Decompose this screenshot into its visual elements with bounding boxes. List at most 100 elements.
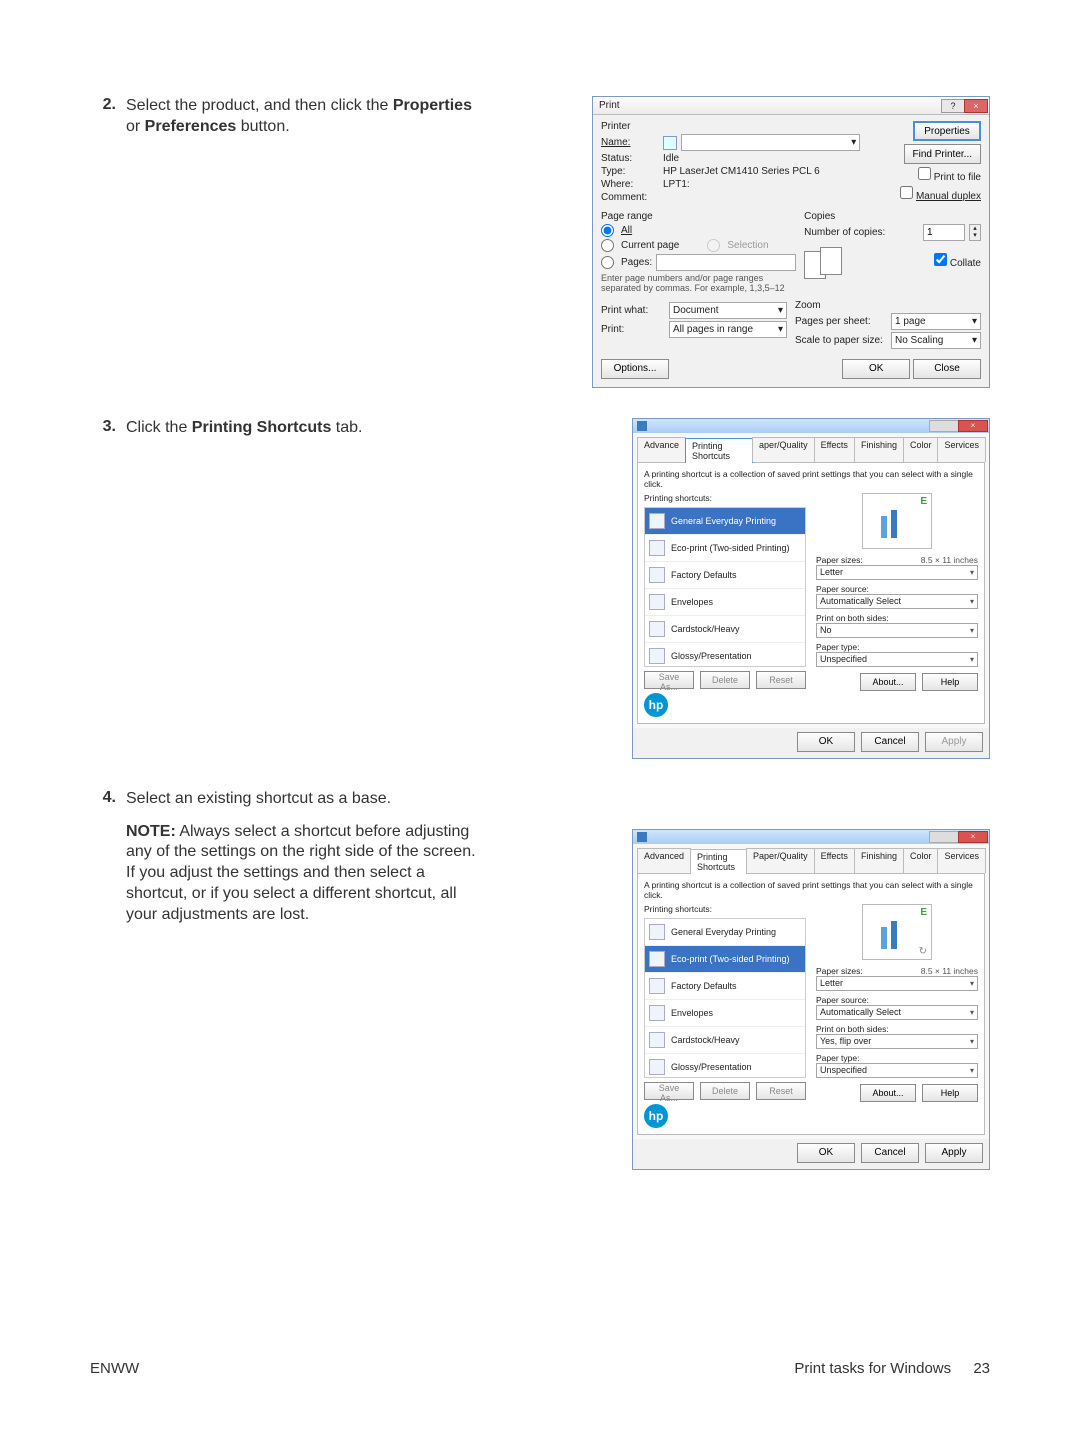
shortcut-item[interactable]: Eco-print (Two-sided Printing) [645,946,805,973]
tab-paper-quality[interactable]: aper/Quality [752,437,815,462]
paper-sizes-select[interactable]: Letter [816,976,978,991]
pages-per-sheet-select[interactable]: 1 page▾ [891,313,981,330]
step-4: 4. Select an existing shortcut as a base… [90,789,990,1170]
print-both-label: Print on both sides: [816,613,889,623]
tab-effects[interactable]: Effects [814,848,855,873]
ok-button[interactable]: OK [842,359,910,379]
footer-left: ENWW [90,1360,139,1377]
print-both-select[interactable]: Yes, flip over [816,1034,978,1049]
paper-source-select[interactable]: Automatically Select [816,594,978,609]
paper-source-select[interactable]: Automatically Select [816,1005,978,1020]
min-window-button[interactable] [929,831,959,843]
tab-printing-shortcuts[interactable]: Printing Shortcuts [685,438,753,463]
options-button[interactable]: Options... [601,359,669,379]
page-footer: ENWW Print tasks for Windows 23 [90,1360,990,1377]
printer-name-select[interactable]: ▾ [681,134,860,151]
ok-button[interactable]: OK [797,1143,855,1163]
paper-type-label: Paper type: [816,642,859,652]
close-button[interactable]: Close [913,359,981,379]
pages-input[interactable] [656,254,796,271]
current-page-radio[interactable] [601,239,614,252]
page-preview: E↻ [862,904,932,960]
shortcut-item[interactable]: Envelopes [645,589,805,616]
print-to-file-checkbox[interactable]: Print to file [918,167,981,183]
about-button[interactable]: About... [860,673,916,691]
shortcut-icon [649,567,665,583]
shortcut-icon [649,978,665,994]
apply-button[interactable]: Apply [925,1143,983,1163]
print-what-select[interactable]: Document▾ [669,302,787,319]
print-both-label: Print on both sides: [816,1024,889,1034]
help-button[interactable]: Help [922,673,978,691]
save-as-button[interactable]: Save As... [644,1082,694,1100]
tab-services[interactable]: Services [937,848,986,873]
pages-radio[interactable] [601,256,614,269]
shortcuts-list[interactable]: General Everyday PrintingEco-print (Two-… [644,507,806,667]
delete-button[interactable]: Delete [700,671,750,689]
tab-color[interactable]: Color [903,848,939,873]
delete-button[interactable]: Delete [700,1082,750,1100]
all-radio[interactable] [601,224,614,237]
footer-section: Print tasks for Windows [794,1360,951,1377]
help-window-button[interactable]: ? [941,99,965,113]
paper-source-label: Paper source: [816,995,869,1005]
shortcut-item[interactable]: Envelopes [645,1000,805,1027]
shortcut-item[interactable]: Glossy/Presentation [645,643,805,667]
shortcut-item[interactable]: General Everyday Printing [645,919,805,946]
tab-paper-quality[interactable]: Paper/Quality [746,848,815,873]
print-both-select[interactable]: No [816,623,978,638]
spinner-icon[interactable]: ▴▾ [969,224,981,241]
tab-advanced[interactable]: Advance [637,437,686,462]
shortcut-icon [649,1032,665,1048]
reset-button[interactable]: Reset [756,671,806,689]
about-button[interactable]: About... [860,1084,916,1102]
save-as-button[interactable]: Save As... [644,671,694,689]
paper-sizes-select[interactable]: Letter [816,565,978,580]
close-window-button[interactable]: × [964,99,988,113]
num-copies-input[interactable] [923,224,965,241]
shortcut-item[interactable]: General Everyday Printing [645,508,805,535]
shortcut-item[interactable]: Factory Defaults [645,973,805,1000]
shortcut-icon [649,924,665,940]
hp-logo-icon: hp [644,693,668,717]
reset-button[interactable]: Reset [756,1082,806,1100]
print-range-select[interactable]: All pages in range▾ [669,321,787,338]
close-window-button[interactable]: × [958,831,988,843]
shortcut-icon [649,513,665,529]
paper-type-label: Paper type: [816,1053,859,1063]
shortcut-item[interactable]: Eco-print (Two-sided Printing) [645,535,805,562]
tab-printing-shortcuts[interactable]: Printing Shortcuts [690,849,747,874]
shortcut-item[interactable]: Cardstock/Heavy [645,1027,805,1054]
paper-type-select[interactable]: Unspecified [816,652,978,667]
shortcuts-description: A printing shortcut is a collection of s… [644,880,978,900]
close-window-button[interactable]: × [958,420,988,432]
step-3: 3. Click the Printing Shortcuts tab. × A… [90,418,990,759]
tab-advanced[interactable]: Advanced [637,848,691,873]
tab-finishing[interactable]: Finishing [854,848,904,873]
shortcut-label: Envelopes [671,1008,713,1018]
tab-color[interactable]: Color [903,437,939,462]
tab-effects[interactable]: Effects [814,437,855,462]
note-text: Always select a shortcut before adjustin… [126,823,476,923]
shortcuts-list[interactable]: General Everyday PrintingEco-print (Two-… [644,918,806,1078]
apply-button[interactable]: Apply [925,732,983,752]
find-printer-button[interactable]: Find Printer... [904,144,981,164]
properties-button[interactable]: Properties [913,121,981,141]
step-text: Select an existing shortcut as a base. N… [126,789,486,926]
collate-checkbox[interactable]: Collate [934,258,981,269]
scale-select[interactable]: No Scaling▾ [891,332,981,349]
help-button[interactable]: Help [922,1084,978,1102]
shortcut-item[interactable]: Glossy/Presentation [645,1054,805,1078]
cancel-button[interactable]: Cancel [861,1143,919,1163]
min-window-button[interactable] [929,420,959,432]
dialog-icon [637,832,647,842]
manual-duplex-checkbox[interactable]: Manual duplex [900,186,981,202]
shortcut-item[interactable]: Factory Defaults [645,562,805,589]
tab-services[interactable]: Services [937,437,986,462]
paper-type-select[interactable]: Unspecified [816,1063,978,1078]
ok-button[interactable]: OK [797,732,855,752]
cancel-button[interactable]: Cancel [861,732,919,752]
tab-finishing[interactable]: Finishing [854,437,904,462]
shortcut-item[interactable]: Cardstock/Heavy [645,616,805,643]
shortcut-icon [649,540,665,556]
